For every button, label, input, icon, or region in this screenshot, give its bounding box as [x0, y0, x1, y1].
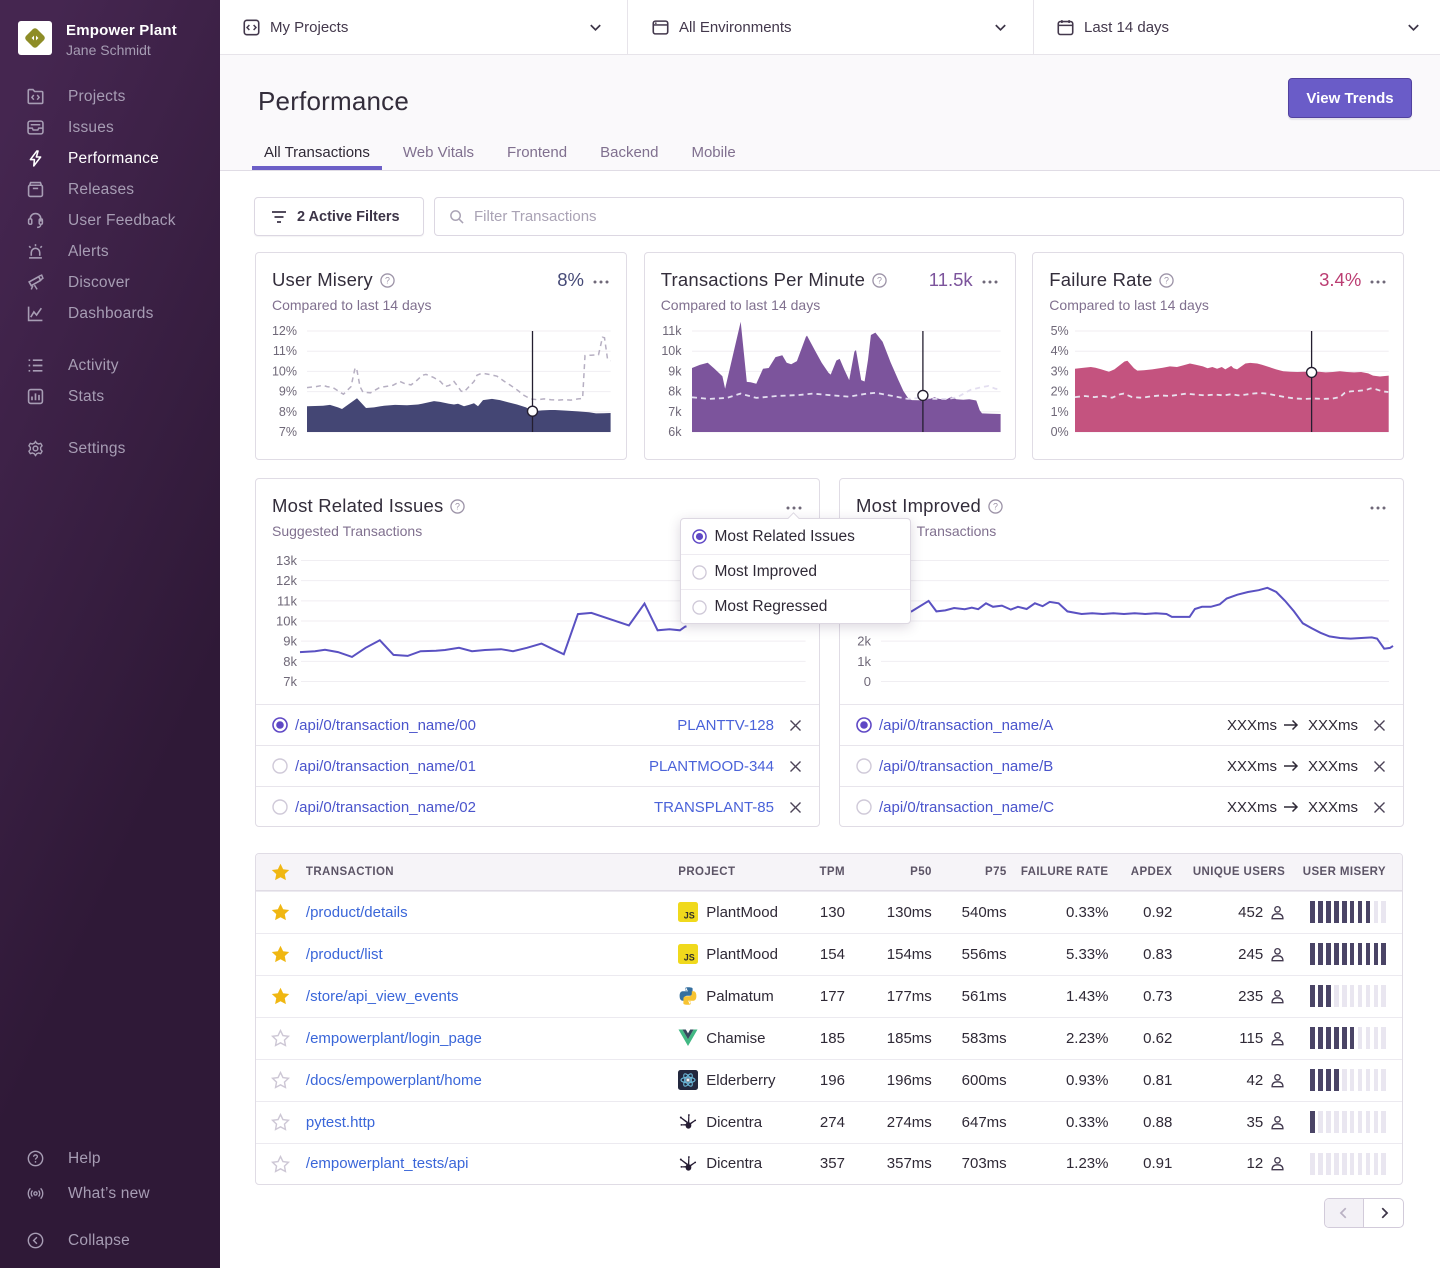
- svg-text:0: 0: [864, 674, 871, 689]
- svg-text:13k: 13k: [276, 553, 297, 568]
- svg-text:12%: 12%: [272, 324, 297, 338]
- svg-text:9%: 9%: [279, 385, 297, 399]
- svg-text:3%: 3%: [1051, 364, 1069, 378]
- svg-text:8k: 8k: [283, 654, 297, 669]
- svg-text:7k: 7k: [668, 405, 682, 419]
- svg-text:2%: 2%: [1051, 385, 1069, 399]
- svg-text:7k: 7k: [283, 674, 297, 689]
- svg-text:8k: 8k: [668, 385, 682, 399]
- svg-text:6k: 6k: [668, 425, 682, 439]
- svg-text:8%: 8%: [279, 405, 297, 419]
- svg-text:10k: 10k: [276, 614, 297, 629]
- svg-text:12k: 12k: [276, 573, 297, 588]
- svg-text:11k: 11k: [662, 324, 682, 338]
- svg-text:7%: 7%: [279, 425, 297, 439]
- svg-text:2k: 2k: [857, 634, 871, 649]
- svg-text:0%: 0%: [1051, 425, 1069, 439]
- svg-text:11%: 11%: [273, 344, 297, 358]
- svg-text:9k: 9k: [668, 364, 682, 378]
- svg-text:9k: 9k: [283, 634, 297, 649]
- svg-text:1%: 1%: [1051, 405, 1069, 419]
- svg-text:JS: JS: [684, 953, 695, 963]
- svg-text:JS: JS: [684, 911, 695, 921]
- svg-text:10%: 10%: [272, 364, 297, 378]
- svg-text:1k: 1k: [857, 654, 871, 669]
- svg-text:11k: 11k: [277, 593, 297, 608]
- svg-text:10k: 10k: [661, 344, 682, 358]
- svg-text:4%: 4%: [1051, 344, 1069, 358]
- svg-text:5%: 5%: [1051, 324, 1069, 338]
